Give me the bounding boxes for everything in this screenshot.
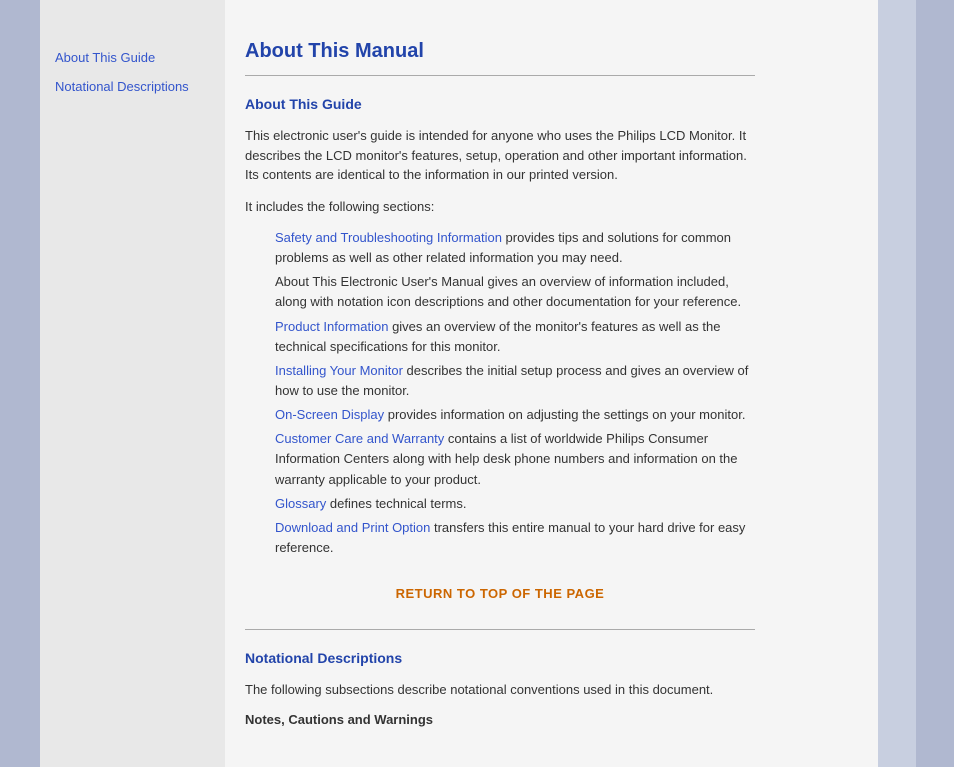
safety-link[interactable]: Safety and Troubleshooting Information [275,230,502,245]
about-guide-heading: About This Guide [245,96,755,112]
glossary-text: defines technical terms. [326,496,466,511]
notational-paragraph: The following subsections describe notat… [245,680,755,700]
link-item-glossary: Glossary defines technical terms. [275,494,755,514]
link-item-download: Download and Print Option transfers this… [275,518,755,558]
sidebar: About This Guide Notational Descriptions [40,0,225,767]
electronic-manual-text: About This Electronic User's Manual give… [275,272,755,312]
left-border [0,0,40,767]
electronic-manual-body: About This Electronic User's Manual give… [275,274,741,309]
link-item-customer-care: Customer Care and Warranty contains a li… [275,429,755,489]
page-title: About This Manual [245,40,755,63]
osd-text: provides information on adjusting the se… [384,407,745,422]
notational-heading: Notational Descriptions [245,650,755,666]
sidebar-item-notational[interactable]: Notational Descriptions [55,79,210,94]
top-divider [245,75,755,76]
about-guide-paragraph1: This electronic user's guide is intended… [245,126,755,185]
notes-label: Notes, Cautions and Warnings [245,712,755,727]
download-link[interactable]: Download and Print Option [275,520,430,535]
content-inner: About This Manual About This Guide This … [245,40,755,727]
product-info-link[interactable]: Product Information [275,319,388,334]
osd-link[interactable]: On-Screen Display [275,407,384,422]
return-to-top-link[interactable]: RETURN TO TOP OF THE PAGE [396,586,605,601]
about-guide-paragraph2: It includes the following sections: [245,197,755,217]
link-item-product: Product Information gives an overview of… [275,317,755,357]
bottom-divider [245,629,755,630]
customer-care-link[interactable]: Customer Care and Warranty [275,431,444,446]
sidebar-item-about-guide[interactable]: About This Guide [55,50,210,65]
installing-link[interactable]: Installing Your Monitor [275,363,403,378]
main-content: About This Manual About This Guide This … [225,0,878,767]
return-to-top[interactable]: RETURN TO TOP OF THE PAGE [245,586,755,601]
link-item-installing: Installing Your Monitor describes the in… [275,361,755,401]
far-right-border [916,0,954,767]
right-border [878,0,916,767]
glossary-link[interactable]: Glossary [275,496,326,511]
link-item-safety: Safety and Troubleshooting Information p… [275,228,755,268]
link-item-osd: On-Screen Display provides information o… [275,405,755,425]
